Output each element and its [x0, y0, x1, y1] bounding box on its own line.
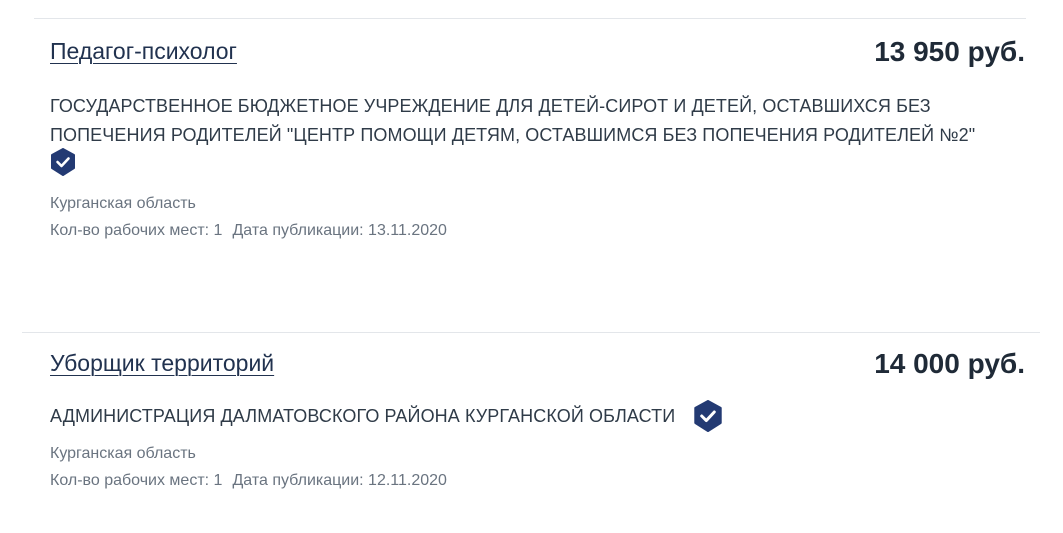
- workplaces-count: Кол-во рабочих мест: 1: [50, 472, 223, 489]
- employer-row: АДМИНИСТРАЦИЯ ДАЛМАТОВСКОГО РАЙОНА КУРГА…: [50, 398, 1025, 434]
- vacancy-salary: 13 950 руб.: [874, 36, 1025, 67]
- vacancy-title-link[interactable]: Педагог-психолог: [50, 38, 237, 65]
- employer-name: АДМИНИСТРАЦИЯ ДАЛМАТОВСКОГО РАЙОНА КУРГА…: [50, 405, 676, 426]
- vacancy-header: Уборщик территорий 14 000 руб.: [50, 348, 1025, 384]
- vacancy-header: Педагог-психолог 13 950 руб.: [50, 36, 1025, 72]
- card-divider: [22, 332, 1040, 333]
- employer-name: ГОСУДАРСТВЕННОЕ БЮДЖЕТНОЕ УЧРЕЖДЕНИЕ ДЛЯ…: [50, 96, 976, 145]
- vacancy-card: Педагог-психолог 13 950 руб. ГОСУДАРСТВЕ…: [50, 36, 1025, 244]
- vacancy-card: Уборщик территорий 14 000 руб. АДМИНИСТР…: [50, 348, 1025, 494]
- top-divider: [34, 18, 1026, 19]
- publication-date: Дата публикации: 12.11.2020: [232, 472, 447, 489]
- vacancy-region: Курганская область: [50, 195, 196, 212]
- vacancy-region: Курганская область: [50, 445, 196, 462]
- vacancy-salary: 14 000 руб.: [874, 348, 1025, 379]
- publication-date: Дата публикации: 13.11.2020: [232, 222, 447, 239]
- verified-check-icon: [694, 400, 722, 432]
- workplaces-count: Кол-во рабочих мест: 1: [50, 222, 223, 239]
- verified-badge: [50, 148, 1025, 182]
- vacancy-title-link[interactable]: Уборщик территорий: [50, 350, 274, 377]
- vacancy-meta: Кол-во рабочих мест: 1 Дата публикации: 1…: [50, 217, 1025, 244]
- vacancy-meta: Кол-во рабочих мест: 1 Дата публикации: 1…: [50, 467, 1025, 494]
- verified-check-icon: [51, 148, 75, 176]
